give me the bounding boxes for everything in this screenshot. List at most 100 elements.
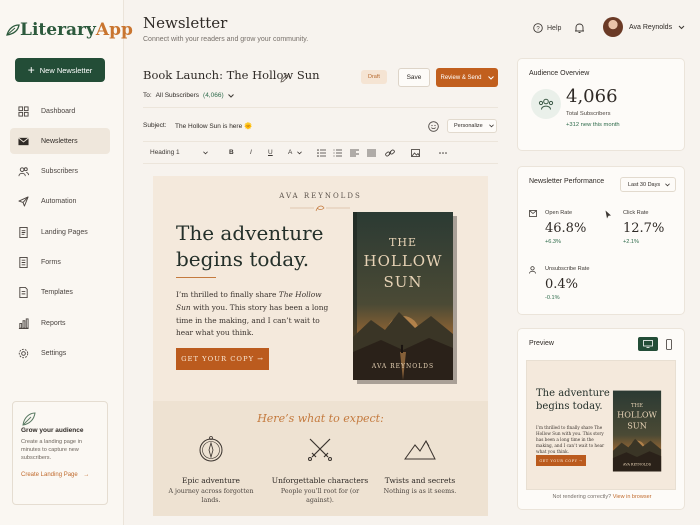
align-left-icon[interactable] — [350, 149, 359, 157]
sidebar-item-settings[interactable]: Settings — [10, 340, 110, 366]
feature-item: Twists and secrets Nothing is as it seem… — [370, 435, 470, 497]
email-author: AVA REYNOLDS — [279, 192, 362, 200]
audience-icon-wrap — [531, 89, 561, 119]
new-newsletter-button[interactable]: + New Newsletter — [15, 58, 105, 82]
bullet-list-icon[interactable] — [317, 149, 326, 157]
chevron-down-icon — [665, 182, 670, 186]
preview-body: I’m thrilled to finally share The Hollow… — [536, 425, 605, 454]
sidebar-item-automation[interactable]: Automation — [10, 189, 110, 215]
mobile-icon[interactable] — [666, 338, 672, 350]
email-headline-line2: begins today. — [176, 247, 310, 271]
create-landing-page-link[interactable]: Create Landing Page → — [21, 472, 99, 478]
form-icon — [19, 256, 28, 268]
users-icon — [538, 98, 554, 110]
preview-footer: Not rendering correctly? View in browser — [518, 494, 686, 500]
numbered-list-icon[interactable] — [333, 149, 342, 157]
desktop-preview-button[interactable] — [638, 337, 658, 351]
feature-title: Epic adventure — [182, 476, 240, 485]
page-title: Newsletter — [143, 14, 228, 32]
personalize-dropdown[interactable]: Personalize — [447, 119, 497, 133]
chevron-down-icon — [297, 151, 302, 155]
sidebar-item-newsletters[interactable]: Newsletters — [10, 128, 110, 155]
sidebar-nav: Dashboard Newsletters Subscribers Automa… — [10, 98, 110, 371]
desktop-icon — [643, 340, 653, 348]
crossed-swords-icon — [308, 438, 332, 461]
format-toolbar: Heading 1 B I U A — [143, 141, 498, 164]
total-subscribers-value: 4,066 — [566, 86, 618, 107]
sidebar-item-forms[interactable]: Forms — [10, 249, 110, 275]
save-button[interactable]: Save — [398, 68, 430, 87]
sidebar-item-dashboard[interactable]: Dashboard — [10, 98, 110, 124]
preview-cta: GET YOUR COPY → — [536, 455, 586, 466]
text-style-select[interactable]: Heading 1 — [150, 149, 180, 156]
new-newsletter-label: New Newsletter — [39, 65, 93, 75]
chevron-down-icon — [678, 25, 685, 29]
book-cover-thumbnail: THE HOLLOW SUN AVA REYNOLDS — [612, 390, 662, 472]
help-button[interactable]: ? Help — [533, 23, 561, 33]
chevron-down-icon — [488, 124, 494, 128]
help-label: Help — [547, 24, 562, 32]
grow-description: Create a landing page in minutes to capt… — [21, 439, 82, 462]
click-rate-value: 12.7% — [623, 221, 665, 236]
open-rate-delta: +6.3% — [545, 239, 562, 245]
review-send-button[interactable]: Review & Send — [436, 68, 498, 87]
email-preview: The adventure begins today. I’m thrilled… — [526, 360, 676, 490]
sidebar-item-label: Landing Pages — [41, 228, 88, 236]
recipients-selector[interactable]: To: All Subscribers (4,066) — [143, 92, 234, 99]
image-icon[interactable] — [411, 149, 420, 157]
unsubscribe-rate-delta: -0.1% — [545, 295, 560, 301]
sidebar-item-label: Automation — [41, 198, 77, 206]
unsubscribe-rate-label: Unsubscribe Rate — [545, 266, 590, 272]
email-canvas[interactable]: AVA REYNOLDS The adventure begins today.… — [153, 176, 488, 516]
grow-title: Grow your audience — [21, 427, 84, 434]
view-in-browser-link[interactable]: View in browser — [613, 494, 652, 500]
underline-button[interactable]: U — [268, 149, 273, 156]
sidebar-item-templates[interactable]: Templates — [10, 280, 110, 306]
sidebar-item-label: Settings — [41, 349, 67, 357]
newsletter-title[interactable]: Book Launch: The Hollow Sun — [143, 68, 320, 82]
edit-title-button[interactable] — [280, 70, 289, 88]
notifications-button[interactable] — [574, 21, 585, 39]
smiley-icon — [428, 121, 439, 132]
text-color-button[interactable]: A — [288, 149, 292, 156]
mail-icon — [529, 210, 537, 217]
sidebar-item-landing-pages[interactable]: Landing Pages — [10, 219, 110, 245]
bold-button[interactable]: B — [229, 149, 234, 156]
newsletter-performance-card: Newsletter Performance Last 30 Days Open… — [517, 166, 685, 315]
arrow-right-icon: → — [83, 472, 90, 479]
cursor-icon — [605, 210, 611, 219]
click-rate-metric: Click Rate 12.7% +2.1% — [623, 210, 664, 245]
help-icon: ? — [533, 23, 543, 33]
email-headline-line1: The adventure — [176, 221, 324, 245]
leaf-icon — [6, 24, 20, 36]
subject-label: Subject: — [143, 122, 167, 129]
expect-heading: Here’s what to expect: — [257, 412, 384, 425]
link-icon[interactable] — [385, 149, 395, 157]
flourish-icon — [290, 205, 350, 212]
click-rate-label: Click Rate — [623, 210, 649, 216]
new-subscribers-delta: +312 new this month — [566, 122, 620, 128]
book-cover-image: THE HOLLOW SUN AVA REYNOLDS — [353, 212, 457, 384]
emoji-button[interactable] — [428, 119, 439, 137]
page-icon — [19, 226, 28, 238]
email-body: I’m thrilled to finally share The Hollow… — [176, 289, 336, 340]
user-name: Ava Reynolds — [629, 23, 673, 31]
more-icon[interactable] — [439, 152, 447, 154]
sidebar-item-subscribers[interactable]: Subscribers — [10, 159, 110, 185]
app-logo[interactable]: LiteraryApp — [6, 20, 133, 40]
italic-button[interactable]: I — [250, 149, 252, 156]
get-your-copy-button[interactable]: GET YOUR COPY → — [176, 348, 269, 370]
feature-item: Unforgettable characters People you’ll r… — [270, 435, 370, 506]
expect-section: Here’s what to expect: Epic adventure A … — [153, 401, 488, 516]
sidebar-item-label: Reports — [41, 319, 66, 327]
logo-text-app: App — [95, 20, 133, 40]
sidebar-item-label: Dashboard — [41, 107, 76, 115]
subject-input[interactable]: The Hollow Sun is here 🌞 — [175, 122, 252, 130]
date-range-dropdown[interactable]: Last 30 Days — [620, 177, 676, 192]
audience-title: Audience Overview — [529, 70, 590, 77]
click-rate-delta: +2.1% — [623, 239, 640, 245]
preview-headline-line1: The adventure — [536, 388, 610, 399]
align-justify-icon[interactable] — [367, 149, 376, 157]
sidebar-item-reports[interactable]: Reports — [10, 310, 110, 336]
user-menu[interactable]: Ava Reynolds — [603, 17, 685, 37]
